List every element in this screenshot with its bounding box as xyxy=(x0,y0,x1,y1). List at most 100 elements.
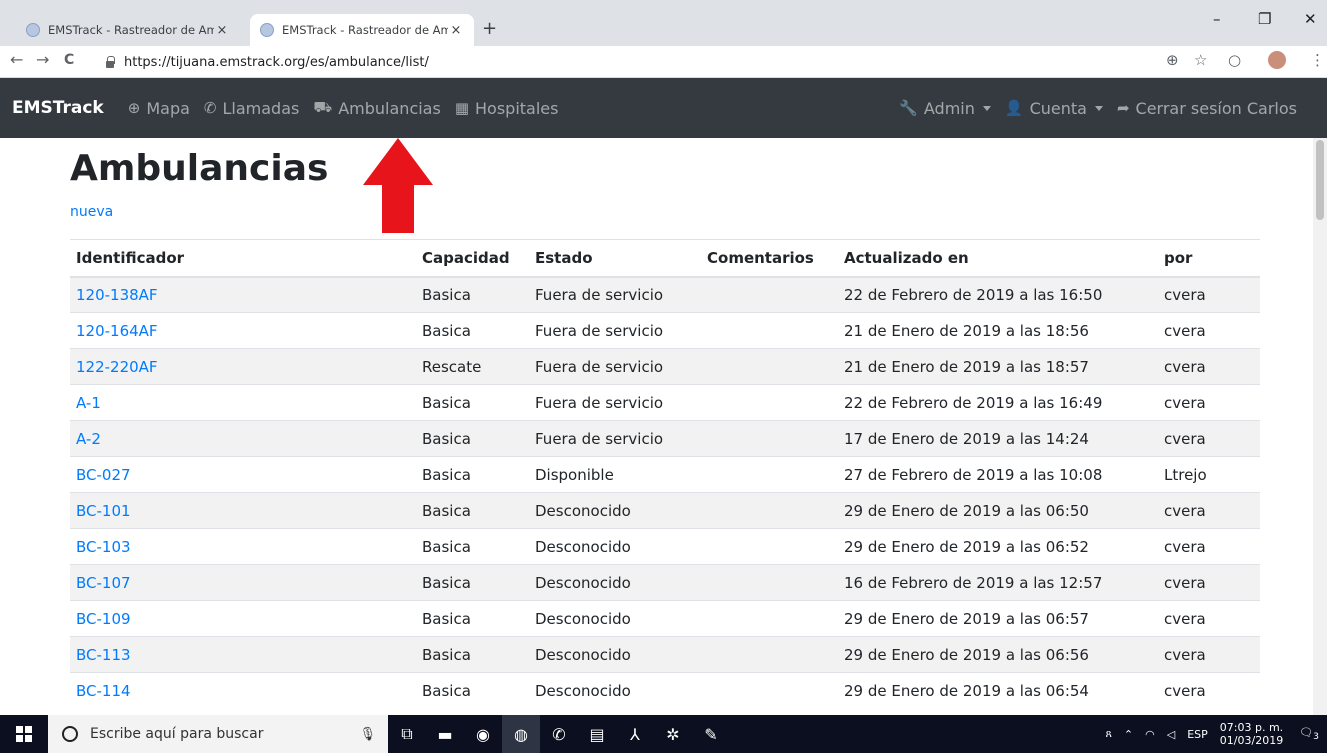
close-window-icon[interactable]: ✕ xyxy=(1304,10,1317,28)
back-icon[interactable]: ← xyxy=(10,50,23,69)
chevron-down-icon xyxy=(1094,105,1103,111)
forward-icon[interactable]: → xyxy=(36,50,49,69)
browser-tab-strip: EMSTrack - Rastreador de Ambul × EMSTrac… xyxy=(0,0,1327,46)
cell-comentarios xyxy=(701,672,838,709)
cell-capacidad: Basica xyxy=(416,564,529,601)
reload-icon[interactable]: C xyxy=(64,52,74,68)
wifi-icon[interactable]: ◠ xyxy=(1145,728,1155,741)
globe-icon: ⊕ xyxy=(127,99,141,117)
hospital-icon: ▦ xyxy=(454,99,470,117)
logout-link[interactable]: ➦ Cerrar sesíon Carlos xyxy=(1117,99,1297,118)
browser-toolbar: ← → C https://tijuana.emstrack.org/es/am… xyxy=(0,46,1327,78)
new-ambulance-link[interactable]: nueva xyxy=(70,204,113,220)
cell-identificador: A-1 xyxy=(70,384,416,421)
page-title: Ambulancias xyxy=(70,148,329,189)
clock[interactable]: 07:03 p. m. 01/03/2019 xyxy=(1220,721,1283,747)
cell-identificador: BC-113 xyxy=(70,636,416,673)
cell-actualizado: 16 de Febrero de 2019 a las 12:57 xyxy=(838,564,1158,601)
cell-identificador: BC-027 xyxy=(70,456,416,493)
nav-link-llamadas[interactable]: ✆ Llamadas xyxy=(204,99,299,118)
browser-tab[interactable]: EMSTrack - Rastreador de Ambul × xyxy=(16,14,240,46)
scrollbar-thumb[interactable] xyxy=(1316,140,1324,220)
column-header-estado[interactable]: Estado xyxy=(529,239,701,278)
nav-link-mapa[interactable]: ⊕ Mapa xyxy=(128,99,190,118)
cell-estado: Desconocido xyxy=(529,564,701,601)
people-icon[interactable]: ጸ xyxy=(1105,727,1111,741)
pdf-icon[interactable]: ⅄ xyxy=(616,715,654,753)
address-bar[interactable]: https://tijuana.emstrack.org/es/ambulanc… xyxy=(104,49,1224,75)
ambulance-id-link[interactable]: 120-164AF xyxy=(76,322,158,340)
cell-por: cvera xyxy=(1158,420,1260,457)
cell-estado: Fuera de servicio xyxy=(529,312,701,349)
notification-center-icon[interactable]: 🗨3 xyxy=(1299,726,1319,742)
column-header-actualizado[interactable]: Actualizado en xyxy=(838,239,1158,278)
column-header-comentarios[interactable]: Comentarios xyxy=(701,239,838,278)
browser-tab-active[interactable]: EMSTrack - Rastreador de Ambul × xyxy=(250,14,474,46)
extension-icon[interactable]: ○ xyxy=(1228,51,1241,69)
column-header-por[interactable]: por xyxy=(1158,239,1260,278)
phone-icon: ✆ xyxy=(203,99,217,117)
cell-actualizado: 29 de Enero de 2019 a las 06:56 xyxy=(838,636,1158,673)
media-icon[interactable]: ◉ xyxy=(464,715,502,753)
close-tab-icon[interactable]: × xyxy=(214,23,230,38)
browser-menu-icon[interactable]: ⋮ xyxy=(1310,51,1325,69)
brand-logo[interactable]: EMSTrack xyxy=(12,98,104,118)
maximize-icon[interactable]: ❐ xyxy=(1258,10,1271,28)
cell-por: cvera xyxy=(1158,276,1260,313)
ambulance-id-link[interactable]: BC-107 xyxy=(76,574,131,592)
ambulance-id-link[interactable]: A-1 xyxy=(76,394,101,412)
cell-actualizado: 17 de Enero de 2019 a las 14:24 xyxy=(838,420,1158,457)
ambulance-id-link[interactable]: 120-138AF xyxy=(76,286,158,304)
close-tab-icon[interactable]: × xyxy=(448,23,464,38)
cell-identificador: BC-114 xyxy=(70,672,416,709)
document-icon[interactable]: ▤ xyxy=(578,715,616,753)
volume-icon[interactable]: ◁ xyxy=(1167,728,1175,741)
taskbar-search-box[interactable]: Escribe aquí para buscar 🎙 xyxy=(48,715,388,753)
chrome-icon[interactable]: ◍ xyxy=(502,715,540,753)
cell-identificador: 120-164AF xyxy=(70,312,416,349)
admin-dropdown[interactable]: 🔧 Admin xyxy=(899,99,975,118)
column-header-identificador[interactable]: Identificador xyxy=(70,239,416,278)
navbar-right: 🔧 Admin 👤 Cuenta ➦ Cerrar sesíon Carlos xyxy=(899,78,1297,138)
language-indicator[interactable]: ESP xyxy=(1187,728,1208,741)
table-row: 120-138AF Basica Fuera de servicio 22 de Fe… xyxy=(70,276,1260,313)
cell-por: cvera xyxy=(1158,672,1260,709)
task-view-icon[interactable]: ⧉ xyxy=(388,715,426,753)
chevron-up-icon[interactable]: ⌃ xyxy=(1124,728,1133,741)
admin-label: Admin xyxy=(923,98,975,118)
cell-estado: Fuera de servicio xyxy=(529,420,701,457)
settings-icon[interactable]: ✲ xyxy=(654,715,692,753)
minimize-icon[interactable]: – xyxy=(1213,10,1221,28)
whatsapp-icon[interactable]: ✆ xyxy=(540,715,578,753)
ambulance-id-link[interactable]: A-2 xyxy=(76,430,101,448)
ambulance-id-link[interactable]: BC-101 xyxy=(76,502,131,520)
cell-actualizado: 29 de Enero de 2019 a las 06:50 xyxy=(838,492,1158,529)
paint-icon[interactable]: ✎ xyxy=(692,715,730,753)
ambulance-id-link[interactable]: BC-103 xyxy=(76,538,131,556)
cell-estado: Fuera de servicio xyxy=(529,276,701,313)
microphone-icon[interactable]: 🎙 xyxy=(359,727,376,742)
zoom-icon[interactable]: ⊕ xyxy=(1166,51,1179,69)
cell-comentarios xyxy=(701,384,838,421)
tab-favicon-icon xyxy=(260,23,274,37)
column-header-capacidad[interactable]: Capacidad xyxy=(416,239,529,278)
new-tab-icon[interactable]: + xyxy=(482,18,497,39)
ambulance-id-link[interactable]: BC-114 xyxy=(76,682,131,700)
nav-link-ambulancias[interactable]: ⛟ Ambulancias xyxy=(313,98,440,118)
ambulance-id-link[interactable]: BC-027 xyxy=(76,466,131,484)
ambulance-id-link[interactable]: 122-220AF xyxy=(76,358,158,376)
table-row: BC-027 Basica Disponible 27 de Febrero de 2… xyxy=(70,456,1260,493)
profile-avatar[interactable] xyxy=(1268,51,1286,69)
ambulance-id-link[interactable]: BC-109 xyxy=(76,610,131,628)
file-explorer-icon[interactable]: ▬ xyxy=(426,715,464,753)
nav-link-hospitales[interactable]: ▦ Hospitales xyxy=(455,99,559,118)
ambulance-id-link[interactable]: BC-113 xyxy=(76,646,131,664)
start-button[interactable] xyxy=(0,715,48,753)
account-dropdown[interactable]: 👤 Cuenta xyxy=(1005,99,1087,118)
cell-estado: Desconocido xyxy=(529,528,701,565)
page-scrollbar[interactable] xyxy=(1313,138,1327,715)
bookmark-star-icon[interactable]: ☆ xyxy=(1194,51,1207,69)
notification-count: 3 xyxy=(1313,731,1319,743)
cell-actualizado: 22 de Febrero de 2019 a las 16:49 xyxy=(838,384,1158,421)
cell-capacidad: Basica xyxy=(416,384,529,421)
